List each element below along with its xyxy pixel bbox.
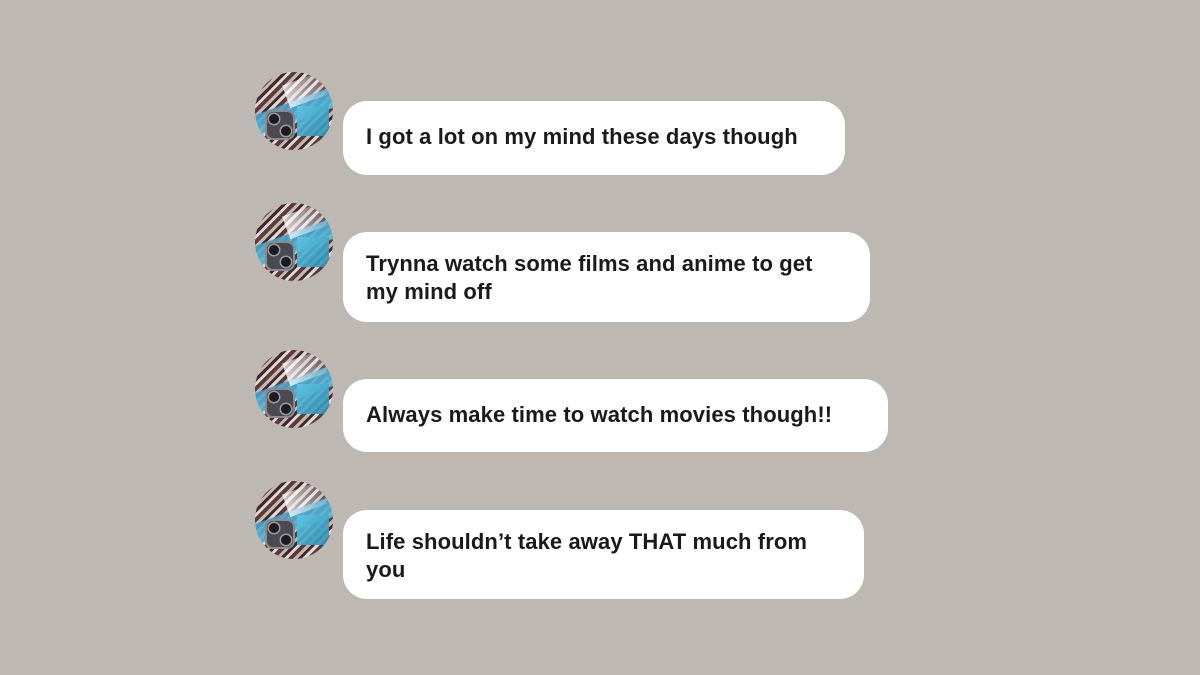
avatar[interactable] <box>255 481 333 559</box>
camera-icon <box>265 519 295 549</box>
camera-icon <box>265 388 295 418</box>
avatar[interactable] <box>255 350 333 428</box>
camera-icon <box>265 241 295 271</box>
chat-thread: I got a lot on my mind these days though… <box>0 0 1200 675</box>
message-bubble[interactable]: I got a lot on my mind these days though <box>343 101 845 175</box>
avatar[interactable] <box>255 203 333 281</box>
message-bubble[interactable]: Always make time to watch movies though!… <box>343 379 888 452</box>
camera-icon <box>265 110 295 140</box>
message-bubble[interactable]: Trynna watch some films and anime to get… <box>343 232 870 322</box>
message-bubble[interactable]: Life shouldn’t take away THAT much from … <box>343 510 864 599</box>
avatar[interactable] <box>255 72 333 150</box>
